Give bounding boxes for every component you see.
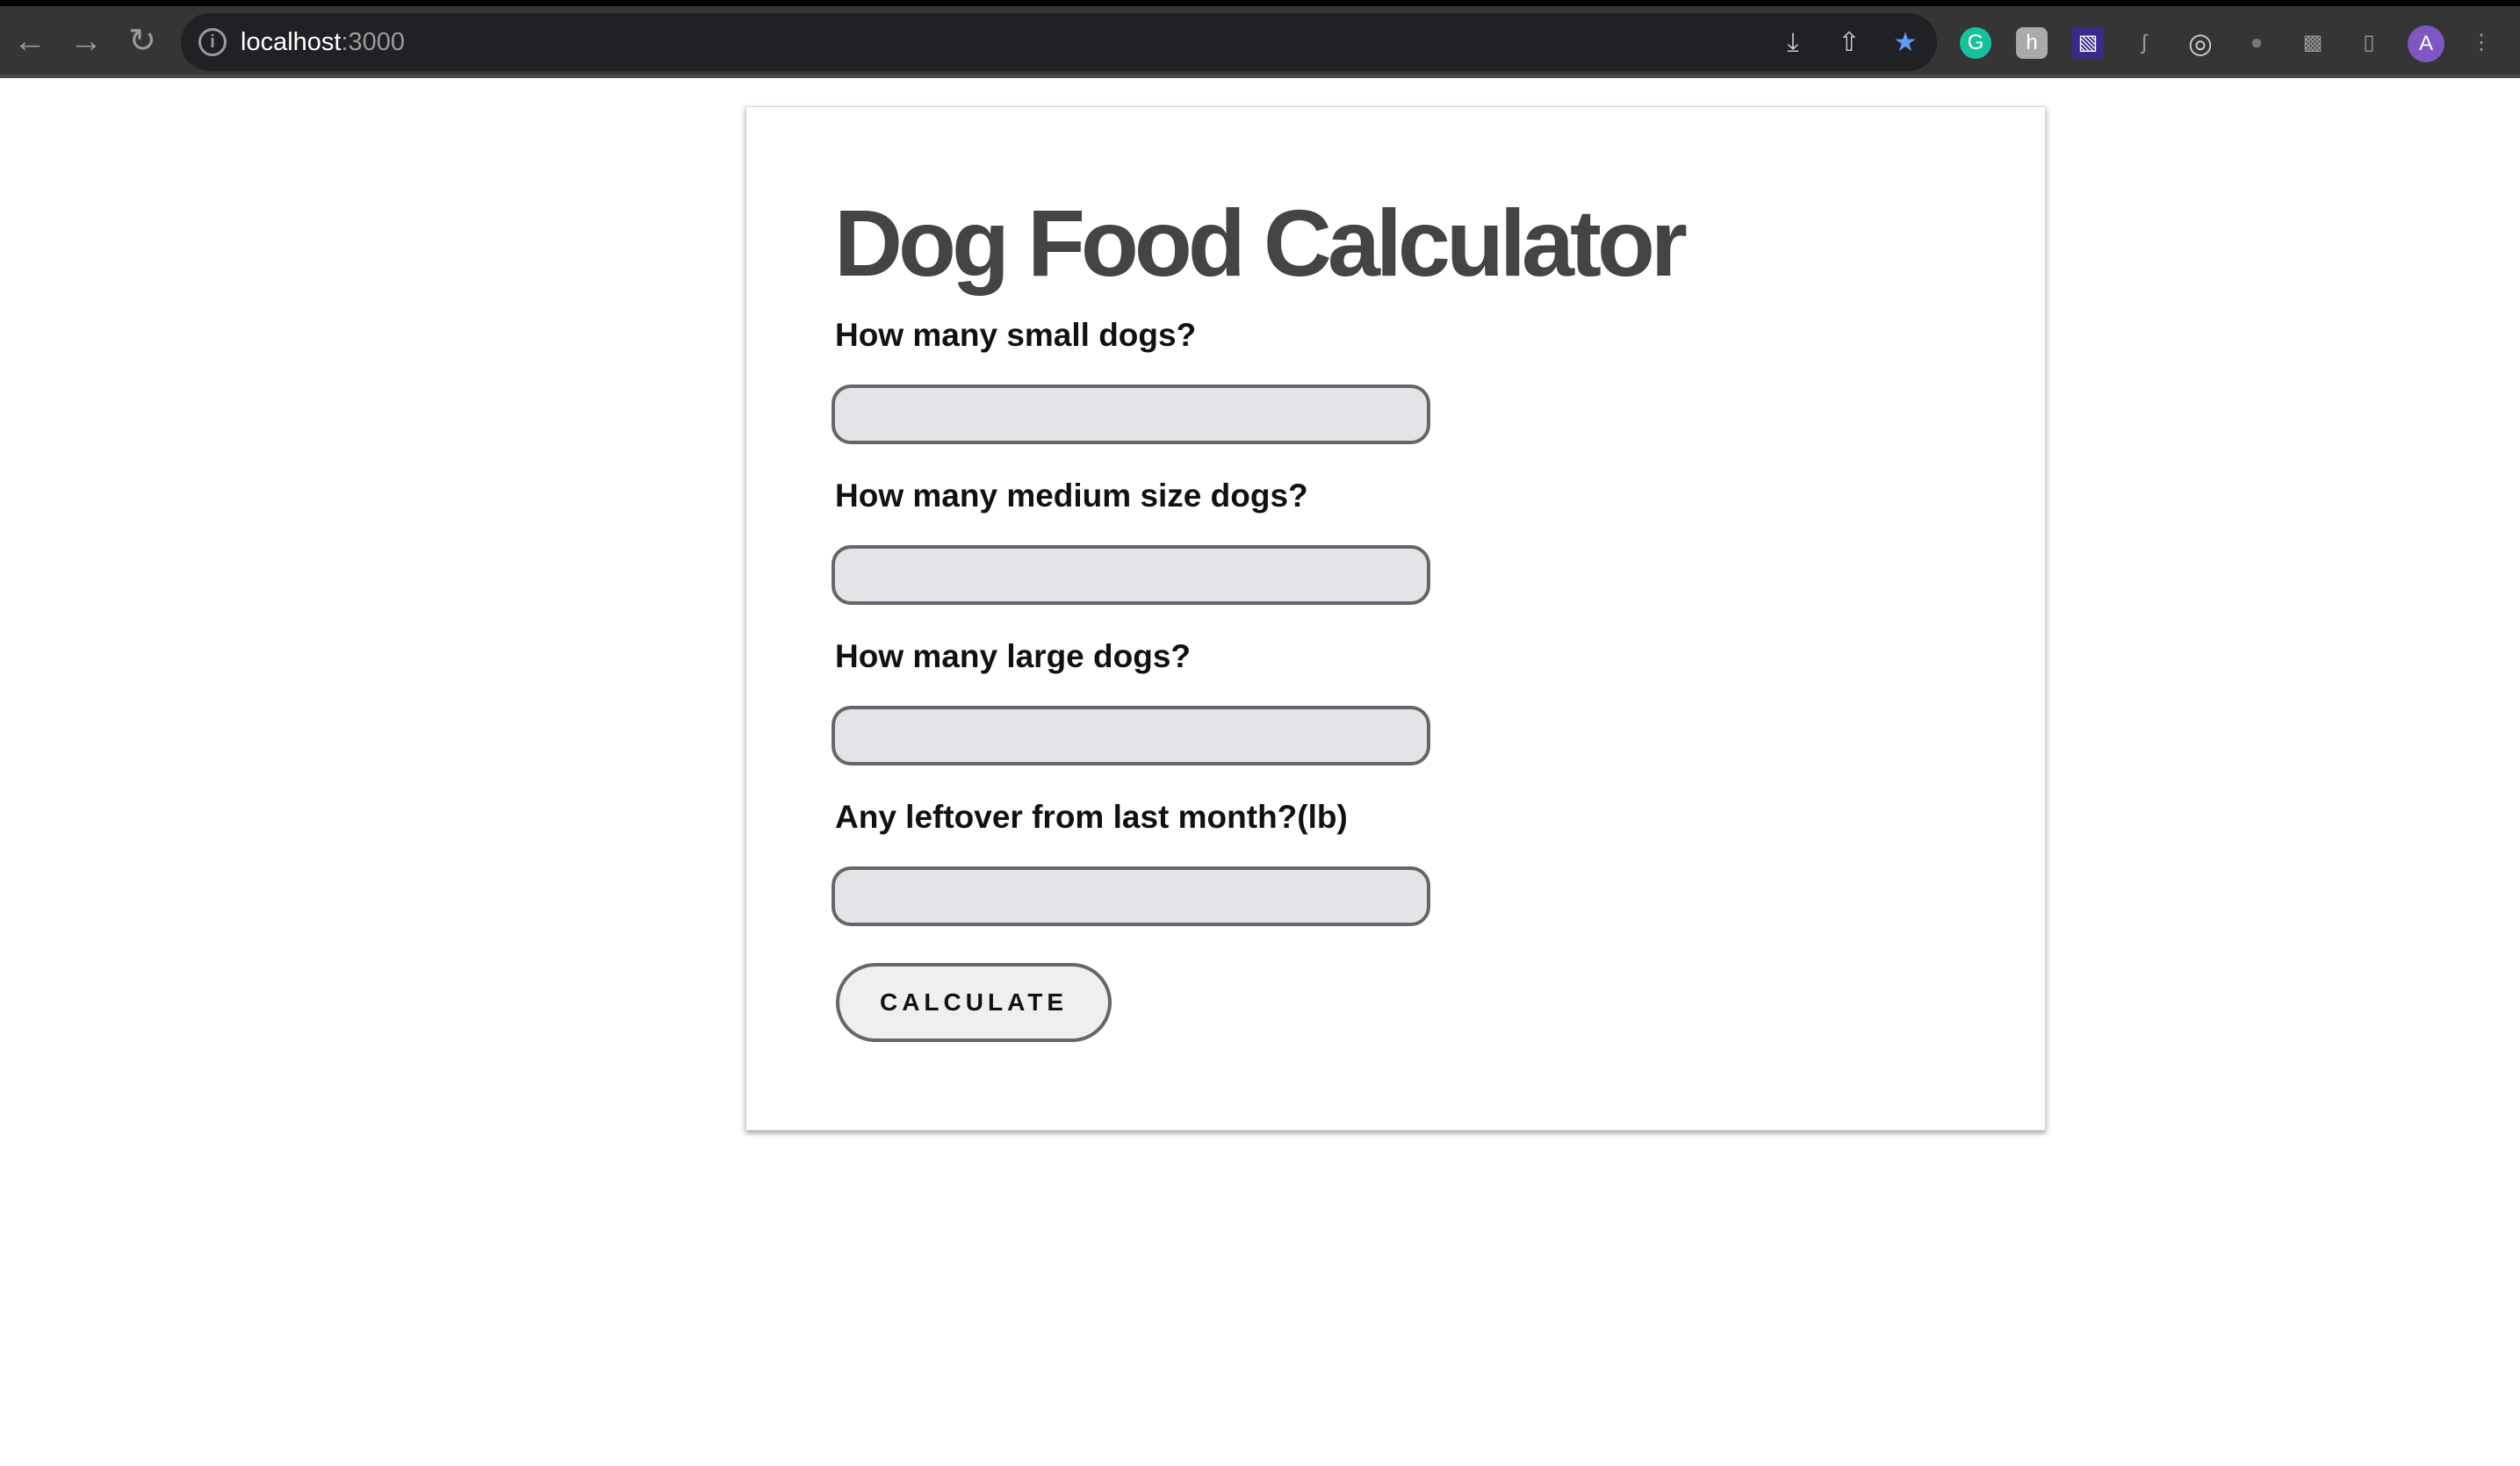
menu-kebab-icon[interactable]: ⋮ bbox=[2466, 27, 2497, 59]
leftover-label: Any leftover from last month?(lb) bbox=[835, 799, 1348, 835]
side-panel-icon[interactable]: ▯ bbox=[2353, 27, 2385, 59]
calculate-button[interactable]: CALCULATE bbox=[836, 963, 1112, 1042]
info-icon[interactable]: i bbox=[198, 28, 227, 56]
target-extension-icon[interactable]: ◎ bbox=[2185, 27, 2216, 59]
extensions-puzzle-icon[interactable]: ▩ bbox=[2297, 27, 2329, 59]
grammarly-extension-icon[interactable]: G bbox=[1960, 27, 1991, 59]
large-dogs-label: How many large dogs? bbox=[835, 638, 1192, 674]
medium-dogs-label: How many medium size dogs? bbox=[835, 478, 1308, 514]
page-title: Dog Food Calculator bbox=[834, 190, 1688, 296]
forward-icon[interactable]: → bbox=[67, 22, 105, 61]
small-dogs-label: How many small dogs? bbox=[835, 317, 1197, 353]
bookmark-star-icon[interactable]: ★ bbox=[1890, 27, 1921, 59]
h-extension-icon[interactable]: h bbox=[2016, 27, 2048, 59]
address-bar[interactable]: i localhost:3000 ⤓ ⇧ ★ bbox=[181, 13, 1937, 71]
small-dogs-input[interactable] bbox=[832, 384, 1430, 444]
back-icon[interactable]: ← bbox=[11, 22, 49, 61]
reload-icon[interactable]: ↻ bbox=[123, 22, 162, 61]
purple-extension-icon[interactable]: ▧ bbox=[2072, 27, 2104, 59]
share-icon[interactable]: ⇧ bbox=[1833, 27, 1865, 59]
s-extension-icon[interactable]: ʃ bbox=[2128, 27, 2160, 59]
profile-avatar[interactable]: A bbox=[2408, 25, 2444, 62]
large-dogs-input[interactable] bbox=[832, 706, 1430, 765]
medium-dogs-input[interactable] bbox=[832, 545, 1430, 605]
browser-toolbar: ← → ↻ i localhost:3000 ⤓ ⇧ ★ G h ▧ ʃ ◎ ●… bbox=[0, 6, 2520, 78]
bug-extension-icon[interactable]: ● bbox=[2241, 27, 2272, 59]
calculator-card: Dog Food Calculator How many small dogs?… bbox=[745, 106, 2046, 1131]
leftover-input[interactable] bbox=[832, 866, 1430, 926]
window-top-strip bbox=[0, 0, 2520, 6]
install-icon[interactable]: ⤓ bbox=[1777, 27, 1809, 59]
url-text[interactable]: localhost:3000 bbox=[241, 25, 405, 59]
